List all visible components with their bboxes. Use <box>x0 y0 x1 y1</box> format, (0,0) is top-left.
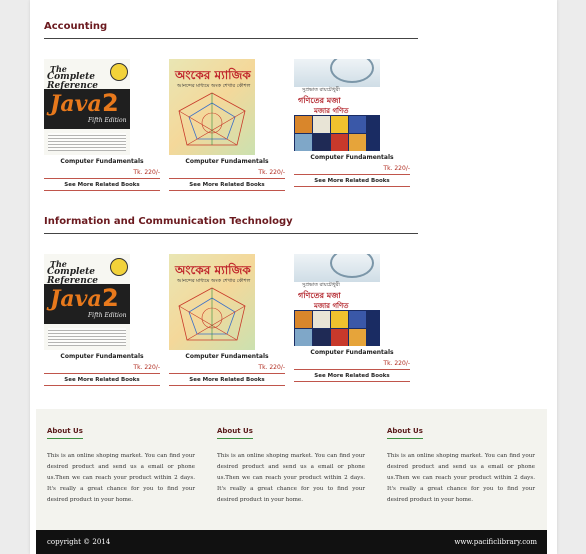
book-price: Tk. 220/- <box>133 169 160 176</box>
book-cover-image[interactable]: অংকের ম্যাজিক আনন্দের মাধ্যমে অংক শেখার … <box>169 59 255 155</box>
price-divider <box>169 373 285 374</box>
book-card[interactable]: অংকের ম্যাজিক আনন্দের মাধ্যমে অংক শেখার … <box>169 59 285 191</box>
book-card[interactable]: সুপ্রভাত রায়চৌধুরী গণিতের মজা মজার গণিত… <box>294 254 410 382</box>
cover-lines <box>48 328 126 346</box>
book-price: Tk. 220/- <box>383 360 410 367</box>
footer-column-title: About Us <box>387 427 423 435</box>
category-section-accounting: Accounting The Complete Reference Java 2… <box>44 20 418 219</box>
footer-column-text: This is an online shoping market. You ca… <box>47 453 195 503</box>
footer-title-underline <box>47 438 83 439</box>
copyright-text: copyright © 2014 <box>47 538 111 546</box>
section-divider <box>44 38 418 39</box>
cover-text: 2 <box>102 89 119 117</box>
book-cover-image[interactable]: The Complete Reference Java 2 Fifth Edit… <box>44 254 130 350</box>
price-divider <box>44 178 160 179</box>
price-divider <box>169 178 285 179</box>
more-divider <box>44 385 160 386</box>
more-divider <box>294 381 410 382</box>
price-divider <box>44 373 160 374</box>
see-more-link[interactable]: See More Related Books <box>169 182 285 188</box>
cover-text: Fifth Edition <box>88 117 127 124</box>
book-price: Tk. 220/- <box>258 364 285 371</box>
more-divider <box>44 190 160 191</box>
footer-title-underline <box>217 438 253 439</box>
book-cover-image[interactable]: The Complete Reference Java 2 Fifth Edit… <box>44 59 130 155</box>
price-divider <box>294 369 410 370</box>
cover-text: 2 <box>102 284 119 312</box>
book-card[interactable]: The Complete Reference Java 2 Fifth Edit… <box>44 254 160 386</box>
cover-text: সুপ্রভাত রায়চৌধুরী <box>302 87 340 93</box>
footer-column-text: This is an online shoping market. You ca… <box>387 453 535 503</box>
footer-column-title: About Us <box>217 427 253 435</box>
book-cover-image[interactable]: সুপ্রভাত রায়চৌধুরী গণিতের মজা মজার গণিত <box>294 254 380 346</box>
cover-text: Java <box>50 286 102 312</box>
section-divider <box>44 233 418 234</box>
more-divider <box>169 385 285 386</box>
book-title-link[interactable]: Computer Fundamentals <box>44 158 160 165</box>
footer-column: About Us This is an online shoping marke… <box>47 427 195 506</box>
section-title: Information and Communication Technology <box>44 216 293 227</box>
book-grid: The Complete Reference Java 2 Fifth Edit… <box>44 254 418 414</box>
see-more-link[interactable]: See More Related Books <box>169 377 285 383</box>
book-title-link[interactable]: Computer Fundamentals <box>294 349 410 356</box>
book-cover-image[interactable]: সুপ্রভাত রায়চৌধুরী গণিতের মজা মজার গণিত <box>294 59 380 151</box>
cover-text: আনন্দের মাধ্যমে অংক শেখার কৌশল <box>177 83 251 89</box>
price-divider <box>294 174 410 175</box>
book-title-link[interactable]: Computer Fundamentals <box>294 154 410 161</box>
cover-text: Java <box>50 91 102 117</box>
cover-text: আনন্দের মাধ্যমে অংক শেখার কৌশল <box>177 278 251 284</box>
footer-column: About Us This is an online shoping marke… <box>387 427 535 506</box>
book-cover-image[interactable]: অংকের ম্যাজিক আনন্দের মাধ্যমে অংক শেখার … <box>169 254 255 350</box>
footer-column-text: This is an online shoping market. You ca… <box>217 453 365 503</box>
category-section-ict: Information and Communication Technology… <box>44 215 418 414</box>
cover-diagram <box>178 92 246 146</box>
book-card[interactable]: The Complete Reference Java 2 Fifth Edit… <box>44 59 160 191</box>
cover-tiles <box>294 115 380 151</box>
book-price: Tk. 220/- <box>258 169 285 176</box>
cover-tiles <box>294 310 380 346</box>
site-link[interactable]: www.pacificlibrary.com <box>454 538 537 546</box>
book-grid: The Complete Reference Java 2 Fifth Edit… <box>44 59 418 219</box>
book-card[interactable]: অংকের ম্যাজিক আনন্দের মাধ্যমে অংক শেখার … <box>169 254 285 386</box>
book-price: Tk. 220/- <box>383 165 410 172</box>
see-more-link[interactable]: See More Related Books <box>294 373 410 379</box>
section-title: Accounting <box>44 21 108 32</box>
see-more-link[interactable]: See More Related Books <box>44 182 160 188</box>
book-price: Tk. 220/- <box>133 364 160 371</box>
cover-text: সুপ্রভাত রায়চৌধুরী <box>302 282 340 288</box>
footer-title-underline <box>387 438 423 439</box>
footer-bar: copyright © 2014 www.pacificlibrary.com <box>36 530 547 554</box>
book-card[interactable]: সুপ্রভাত রায়চৌধুরী গণিতের মজা মজার গণিত… <box>294 59 410 187</box>
cover-diagram <box>178 287 246 341</box>
book-title-link[interactable]: Computer Fundamentals <box>44 353 160 360</box>
book-title-link[interactable]: Computer Fundamentals <box>169 353 285 360</box>
footer-column-title: About Us <box>47 427 83 435</box>
more-divider <box>169 190 285 191</box>
footer-column: About Us This is an online shoping marke… <box>217 427 365 506</box>
cover-lines <box>48 133 126 151</box>
book-title-link[interactable]: Computer Fundamentals <box>169 158 285 165</box>
see-more-link[interactable]: See More Related Books <box>44 377 160 383</box>
more-divider <box>294 186 410 187</box>
see-more-link[interactable]: See More Related Books <box>294 178 410 184</box>
footer-info: About Us This is an online shoping marke… <box>36 409 547 530</box>
cover-text: Fifth Edition <box>88 312 127 319</box>
